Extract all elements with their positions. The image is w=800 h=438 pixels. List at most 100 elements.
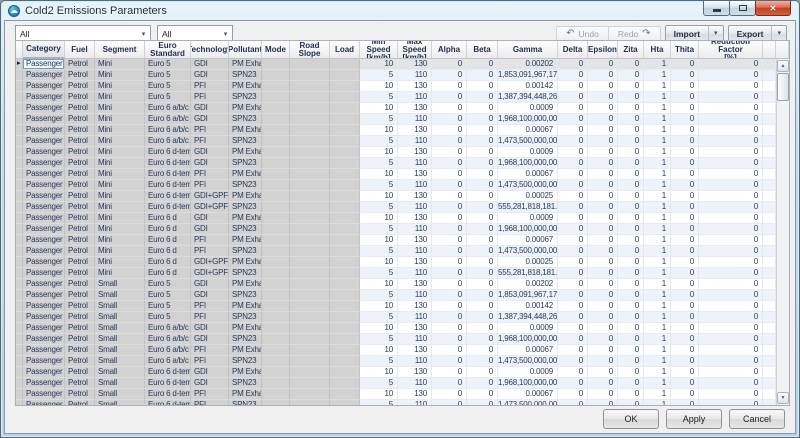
cell-max_speed[interactable]: 110 <box>398 246 432 257</box>
cell-road_slope[interactable] <box>290 345 330 356</box>
cell-epsilon[interactable]: 0 <box>588 125 618 136</box>
cell-alpha[interactable]: 0 <box>432 158 467 169</box>
cell-alpha[interactable]: 0 <box>432 257 467 268</box>
cell-beta[interactable]: 0 <box>467 246 498 257</box>
column-header-alpha[interactable]: Alpha <box>432 41 467 59</box>
column-header-thita[interactable]: Thita <box>671 41 699 59</box>
cell-delta[interactable]: 0 <box>558 158 588 169</box>
cell-min_speed[interactable]: 10 <box>360 345 398 356</box>
cell-mode[interactable] <box>262 345 290 356</box>
cell-category[interactable]: Passenger Cars <box>23 213 65 224</box>
cell-load[interactable] <box>330 59 360 70</box>
row-selector-cell[interactable] <box>16 389 23 400</box>
cell-road_slope[interactable] <box>290 92 330 103</box>
cell-max_speed[interactable]: 110 <box>398 92 432 103</box>
cell-hta[interactable]: 1 <box>644 92 671 103</box>
cell-category[interactable]: Passenger Cars <box>23 125 65 136</box>
table-row[interactable]: Passenger CarsPetrolMiniEuro 6 dGDI+GPFS… <box>16 268 776 279</box>
scroll-up-button[interactable]: ▲ <box>777 60 789 72</box>
column-header-fuel[interactable]: Fuel <box>65 41 95 59</box>
cell-min_speed[interactable]: 10 <box>360 125 398 136</box>
cell-beta[interactable]: 0 <box>467 356 498 367</box>
column-header-hta[interactable]: Hta <box>644 41 671 59</box>
table-row[interactable]: Passenger CarsPetrolSmallEuro 6 a/b/cPFI… <box>16 345 776 356</box>
cell-road_slope[interactable] <box>290 103 330 114</box>
cell-mode[interactable] <box>262 367 290 378</box>
cell-technology[interactable]: PFI <box>191 246 229 257</box>
cell-euro_standard[interactable]: Euro 6 d-temp <box>145 389 191 400</box>
cell-min_speed[interactable]: 10 <box>360 257 398 268</box>
cell-fuel[interactable]: Petrol <box>65 312 95 323</box>
cell-delta[interactable]: 0 <box>558 59 588 70</box>
cell-zita[interactable]: 0 <box>618 268 644 279</box>
title-bar[interactable]: ☁ Cold2 Emissions Parameters <box>1 1 799 20</box>
cell-technology[interactable]: GDI <box>191 147 229 158</box>
cell-pollutant[interactable]: PM Exhaust <box>229 103 262 114</box>
cell-gamma[interactable]: 1,968,100,000,000 <box>498 158 558 169</box>
cell-pollutant[interactable]: SPN23 <box>229 290 262 301</box>
cell-beta[interactable]: 0 <box>467 290 498 301</box>
cell-fuel[interactable]: Petrol <box>65 378 95 389</box>
cell-road_slope[interactable] <box>290 312 330 323</box>
cell-fuel[interactable]: Petrol <box>65 246 95 257</box>
column-header-load[interactable]: Load <box>330 41 360 59</box>
column-header-category[interactable]: Category <box>23 41 65 59</box>
cell-beta[interactable]: 0 <box>467 191 498 202</box>
cell-reduction_factor[interactable]: 0 <box>699 191 763 202</box>
cell-pollutant[interactable]: PM Exhaust <box>229 191 262 202</box>
cell-mode[interactable] <box>262 323 290 334</box>
cell-hta[interactable]: 1 <box>644 356 671 367</box>
cell-euro_standard[interactable]: Euro 6 a/b/c <box>145 125 191 136</box>
cell-fuel[interactable]: Petrol <box>65 70 95 81</box>
cell-technology[interactable]: GDI <box>191 334 229 345</box>
cell-epsilon[interactable]: 0 <box>588 301 618 312</box>
cell-zita[interactable]: 0 <box>618 345 644 356</box>
row-selector-cell[interactable] <box>16 279 23 290</box>
cell-reduction_factor[interactable]: 0 <box>699 246 763 257</box>
cell-gamma[interactable]: 0.00202 <box>498 59 558 70</box>
cell-category[interactable]: Passenger Cars <box>23 235 65 246</box>
cell-min_speed[interactable]: 10 <box>360 59 398 70</box>
cell-pollutant[interactable]: PM Exhaust <box>229 301 262 312</box>
cell-alpha[interactable]: 0 <box>432 312 467 323</box>
cell-segment[interactable]: Mini <box>95 224 145 235</box>
cell-min_speed[interactable]: 5 <box>360 290 398 301</box>
cell-euro_standard[interactable]: Euro 6 d-temp <box>145 367 191 378</box>
cell-segment[interactable]: Mini <box>95 202 145 213</box>
cell-beta[interactable]: 0 <box>467 301 498 312</box>
cell-category[interactable]: Passenger Cars <box>23 202 65 213</box>
row-selector-cell[interactable] <box>16 202 23 213</box>
cell-hta[interactable]: 1 <box>644 345 671 356</box>
cell-technology[interactable]: PFI <box>191 345 229 356</box>
cell-category[interactable]: Passenger Cars <box>23 92 65 103</box>
cell-zita[interactable]: 0 <box>618 92 644 103</box>
cell-zita[interactable]: 0 <box>618 191 644 202</box>
table-row[interactable]: Passenger CarsPetrolMiniEuro 6 a/b/cPFIP… <box>16 125 776 136</box>
cell-delta[interactable]: 0 <box>558 246 588 257</box>
cell-delta[interactable]: 0 <box>558 367 588 378</box>
cell-reduction_factor[interactable]: 0 <box>699 345 763 356</box>
cell-road_slope[interactable] <box>290 81 330 92</box>
cell-beta[interactable]: 0 <box>467 378 498 389</box>
cell-gamma[interactable]: 1,473,500,000,000 <box>498 180 558 191</box>
cell-mode[interactable] <box>262 92 290 103</box>
cell-epsilon[interactable]: 0 <box>588 279 618 290</box>
cell-alpha[interactable]: 0 <box>432 103 467 114</box>
row-selector-cell[interactable] <box>16 114 23 125</box>
cell-hta[interactable]: 1 <box>644 147 671 158</box>
cell-alpha[interactable]: 0 <box>432 169 467 180</box>
cell-load[interactable] <box>330 81 360 92</box>
maximize-button[interactable] <box>729 1 756 16</box>
cell-reduction_factor[interactable]: 0 <box>699 92 763 103</box>
cell-gamma[interactable]: 1,473,500,000,000 <box>498 136 558 147</box>
cell-reduction_factor[interactable]: 0 <box>699 268 763 279</box>
cell-max_speed[interactable]: 130 <box>398 389 432 400</box>
table-row[interactable]: Passenger CarsPetrolMiniEuro 6 dGDISPN23… <box>16 224 776 235</box>
cell-segment[interactable]: Mini <box>95 59 145 70</box>
row-selector-cell[interactable] <box>16 400 23 405</box>
cell-fuel[interactable]: Petrol <box>65 400 95 405</box>
row-selector-cell[interactable] <box>16 92 23 103</box>
column-header-zita[interactable]: Zita <box>618 41 644 59</box>
cell-category[interactable]: Passenger Cars <box>23 59 65 70</box>
cell-road_slope[interactable] <box>290 290 330 301</box>
